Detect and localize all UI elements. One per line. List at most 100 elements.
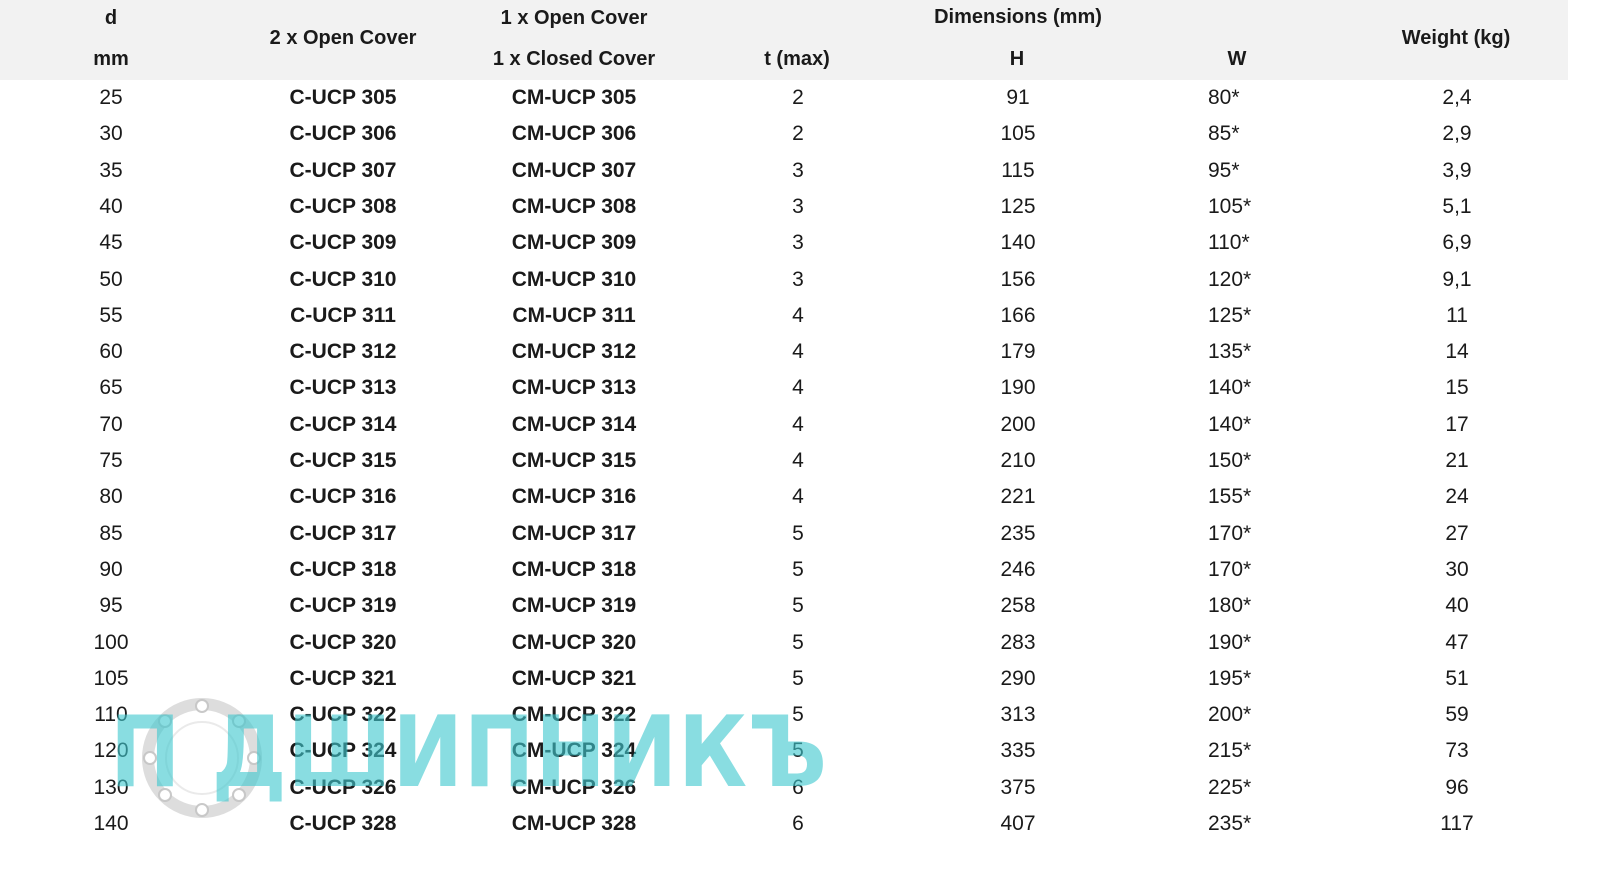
cell-weight: 3,9 bbox=[1442, 158, 1472, 182]
cell-weight: 51 bbox=[1445, 666, 1469, 690]
cell-h: 290 bbox=[1000, 666, 1036, 690]
cell-mixed-cover: CM-UCP 320 bbox=[511, 630, 637, 654]
cell-h: 190 bbox=[1000, 376, 1036, 400]
header-open-cover: 2 x Open Cover bbox=[269, 27, 417, 49]
header-w: W bbox=[1227, 48, 1247, 70]
cell-d: 35 bbox=[99, 158, 123, 182]
cell-h: 258 bbox=[1000, 594, 1036, 618]
cell-w: 170* bbox=[1208, 557, 1252, 581]
cell-t-max: 5 bbox=[792, 557, 804, 581]
cell-mixed-cover: CM-UCP 313 bbox=[511, 376, 637, 400]
header-h: H bbox=[1009, 48, 1025, 70]
cell-w: 140* bbox=[1208, 412, 1252, 436]
cell-t-max: 3 bbox=[792, 267, 804, 291]
cell-mixed-cover: CM-UCP 309 bbox=[511, 231, 637, 255]
header-weight: Weight (kg) bbox=[1401, 27, 1511, 49]
header-d-label: d bbox=[104, 7, 118, 29]
cell-mixed-cover: CM-UCP 307 bbox=[511, 158, 637, 182]
table-row: 30 C-UCP 306 CM-UCP 306 2 105 85* 2,9 bbox=[0, 116, 1568, 152]
cell-d: 80 bbox=[99, 485, 123, 509]
cell-d: 40 bbox=[99, 194, 123, 218]
cell-d: 50 bbox=[99, 267, 123, 291]
table-row: 105 C-UCP 321 CM-UCP 321 5 290 195* 51 bbox=[0, 661, 1568, 697]
cell-d: 130 bbox=[93, 775, 129, 799]
cell-open-cover: C-UCP 307 bbox=[289, 158, 397, 182]
cell-t-max: 4 bbox=[792, 376, 804, 400]
cell-w: 180* bbox=[1208, 594, 1252, 618]
cell-open-cover: C-UCP 312 bbox=[289, 340, 397, 364]
cell-t-max: 4 bbox=[792, 485, 804, 509]
cell-t-max: 5 bbox=[792, 703, 804, 727]
cell-w: 200* bbox=[1208, 703, 1252, 727]
cell-w: 105* bbox=[1208, 194, 1252, 218]
cell-mixed-cover: CM-UCP 328 bbox=[511, 812, 637, 835]
cell-t-max: 6 bbox=[792, 812, 804, 835]
cell-h: 105 bbox=[1000, 122, 1036, 146]
cell-t-max: 3 bbox=[792, 158, 804, 182]
cell-weight: 11 bbox=[1446, 303, 1468, 327]
cell-h: 313 bbox=[1000, 703, 1036, 727]
cell-weight: 17 bbox=[1445, 412, 1469, 436]
table-row: 40 C-UCP 308 CM-UCP 308 3 125 105* 5,1 bbox=[0, 189, 1568, 225]
header-mixed-cover-line2: 1 x Closed Cover bbox=[492, 48, 656, 70]
cell-mixed-cover: CM-UCP 312 bbox=[511, 340, 637, 364]
cell-w: 155* bbox=[1208, 485, 1252, 509]
cell-h: 283 bbox=[1000, 630, 1036, 654]
cell-h: 200 bbox=[1000, 412, 1036, 436]
cell-weight: 9,1 bbox=[1442, 267, 1472, 291]
cell-weight: 6,9 bbox=[1442, 231, 1472, 255]
cell-w: 150* bbox=[1208, 449, 1252, 472]
cell-d: 75 bbox=[99, 449, 123, 472]
cell-mixed-cover: CM-UCP 318 bbox=[511, 557, 637, 581]
cell-d: 95 bbox=[99, 594, 123, 618]
cell-t-max: 4 bbox=[792, 449, 804, 472]
cell-h: 335 bbox=[1000, 739, 1036, 763]
cell-weight: 24 bbox=[1445, 485, 1469, 509]
cell-h: 115 bbox=[1001, 158, 1035, 182]
cell-weight: 5,1 bbox=[1442, 194, 1472, 218]
cell-h: 156 bbox=[1000, 267, 1036, 291]
cell-mixed-cover: CM-UCP 322 bbox=[511, 703, 637, 727]
cell-w: 225* bbox=[1208, 775, 1252, 799]
cell-t-max: 5 bbox=[792, 630, 804, 654]
cell-mixed-cover: CM-UCP 316 bbox=[511, 485, 637, 509]
cell-open-cover: C-UCP 305 bbox=[289, 86, 397, 109]
header-dimensions-group: Dimensions (mm) bbox=[934, 6, 1102, 28]
cell-t-max: 6 bbox=[792, 775, 804, 799]
cell-open-cover: C-UCP 316 bbox=[289, 485, 397, 509]
cell-open-cover: C-UCP 317 bbox=[289, 521, 397, 545]
cell-w: 195* bbox=[1208, 666, 1252, 690]
table-row: 140 C-UCP 328 CM-UCP 328 6 407 235* 117 bbox=[0, 806, 1568, 842]
cell-mixed-cover: CM-UCP 310 bbox=[511, 267, 637, 291]
cell-t-max: 5 bbox=[792, 521, 804, 545]
cell-open-cover: C-UCP 326 bbox=[289, 775, 397, 799]
cell-d: 25 bbox=[99, 86, 123, 109]
table-row: 60 C-UCP 312 CM-UCP 312 4 179 135* 14 bbox=[0, 334, 1568, 370]
cell-h: 235 bbox=[1000, 521, 1036, 545]
cell-weight: 21 bbox=[1445, 449, 1469, 472]
cell-t-max: 4 bbox=[792, 303, 804, 327]
cell-mixed-cover: CM-UCP 324 bbox=[511, 739, 637, 763]
cell-t-max: 2 bbox=[792, 122, 804, 146]
table-body: 25 C-UCP 305 CM-UCP 305 2 91 80* 2,4 30 C-UCP 30… bbox=[0, 80, 1568, 860]
cell-w: 170* bbox=[1208, 521, 1252, 545]
cell-t-max: 5 bbox=[792, 666, 804, 690]
cell-d: 65 bbox=[99, 376, 123, 400]
cell-weight: 2,9 bbox=[1442, 122, 1472, 146]
cell-h: 375 bbox=[1000, 775, 1036, 799]
cell-mixed-cover: CM-UCP 311 bbox=[512, 303, 636, 327]
table-row: 80 C-UCP 316 CM-UCP 316 4 221 155* 24 bbox=[0, 479, 1568, 515]
table-row: 100 C-UCP 320 CM-UCP 320 5 283 190* 47 bbox=[0, 625, 1568, 661]
cell-weight: 15 bbox=[1445, 376, 1469, 400]
cell-mixed-cover: CM-UCP 319 bbox=[511, 594, 637, 618]
cell-h: 246 bbox=[1000, 557, 1036, 581]
cell-mixed-cover: CM-UCP 306 bbox=[511, 122, 637, 146]
table-row: 45 C-UCP 309 CM-UCP 309 3 140 110* 6,9 bbox=[0, 225, 1568, 261]
cell-w: 215* bbox=[1208, 739, 1252, 763]
cell-open-cover: C-UCP 328 bbox=[289, 812, 397, 835]
cell-mixed-cover: CM-UCP 321 bbox=[511, 666, 637, 690]
cell-w: 120* bbox=[1208, 267, 1252, 291]
cell-weight: 14 bbox=[1445, 340, 1469, 364]
header-mixed-cover-line1: 1 x Open Cover bbox=[500, 7, 648, 29]
table-row: 120 C-UCP 324 CM-UCP 324 5 335 215* 73 bbox=[0, 733, 1568, 769]
